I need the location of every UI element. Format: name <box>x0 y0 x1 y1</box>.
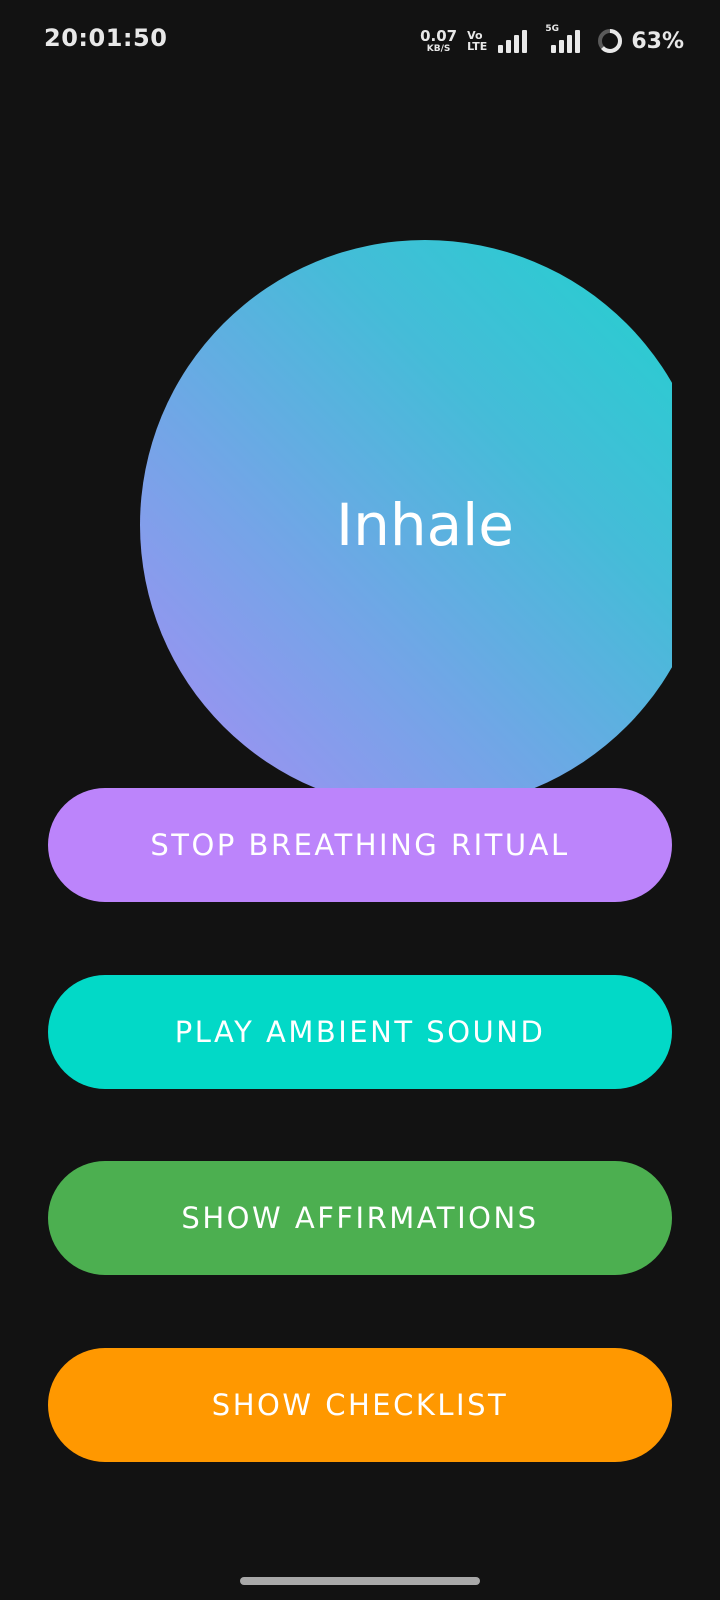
show-affirmations-button[interactable]: SHOW AFFIRMATIONS <box>48 1161 672 1275</box>
stop-breathing-ritual-button[interactable]: STOP BREATHING RITUAL <box>48 788 672 902</box>
breathing-screen: 20:01:50 0.07 KB/S Vo LTE 5G 63% Inhale … <box>0 0 720 1600</box>
gesture-nav-handle[interactable] <box>240 1577 480 1585</box>
breathing-phase-label: Inhale <box>336 491 514 559</box>
show-checklist-button[interactable]: SHOW CHECKLIST <box>48 1348 672 1462</box>
play-ambient-sound-button[interactable]: PLAY AMBIENT SOUND <box>48 975 672 1089</box>
